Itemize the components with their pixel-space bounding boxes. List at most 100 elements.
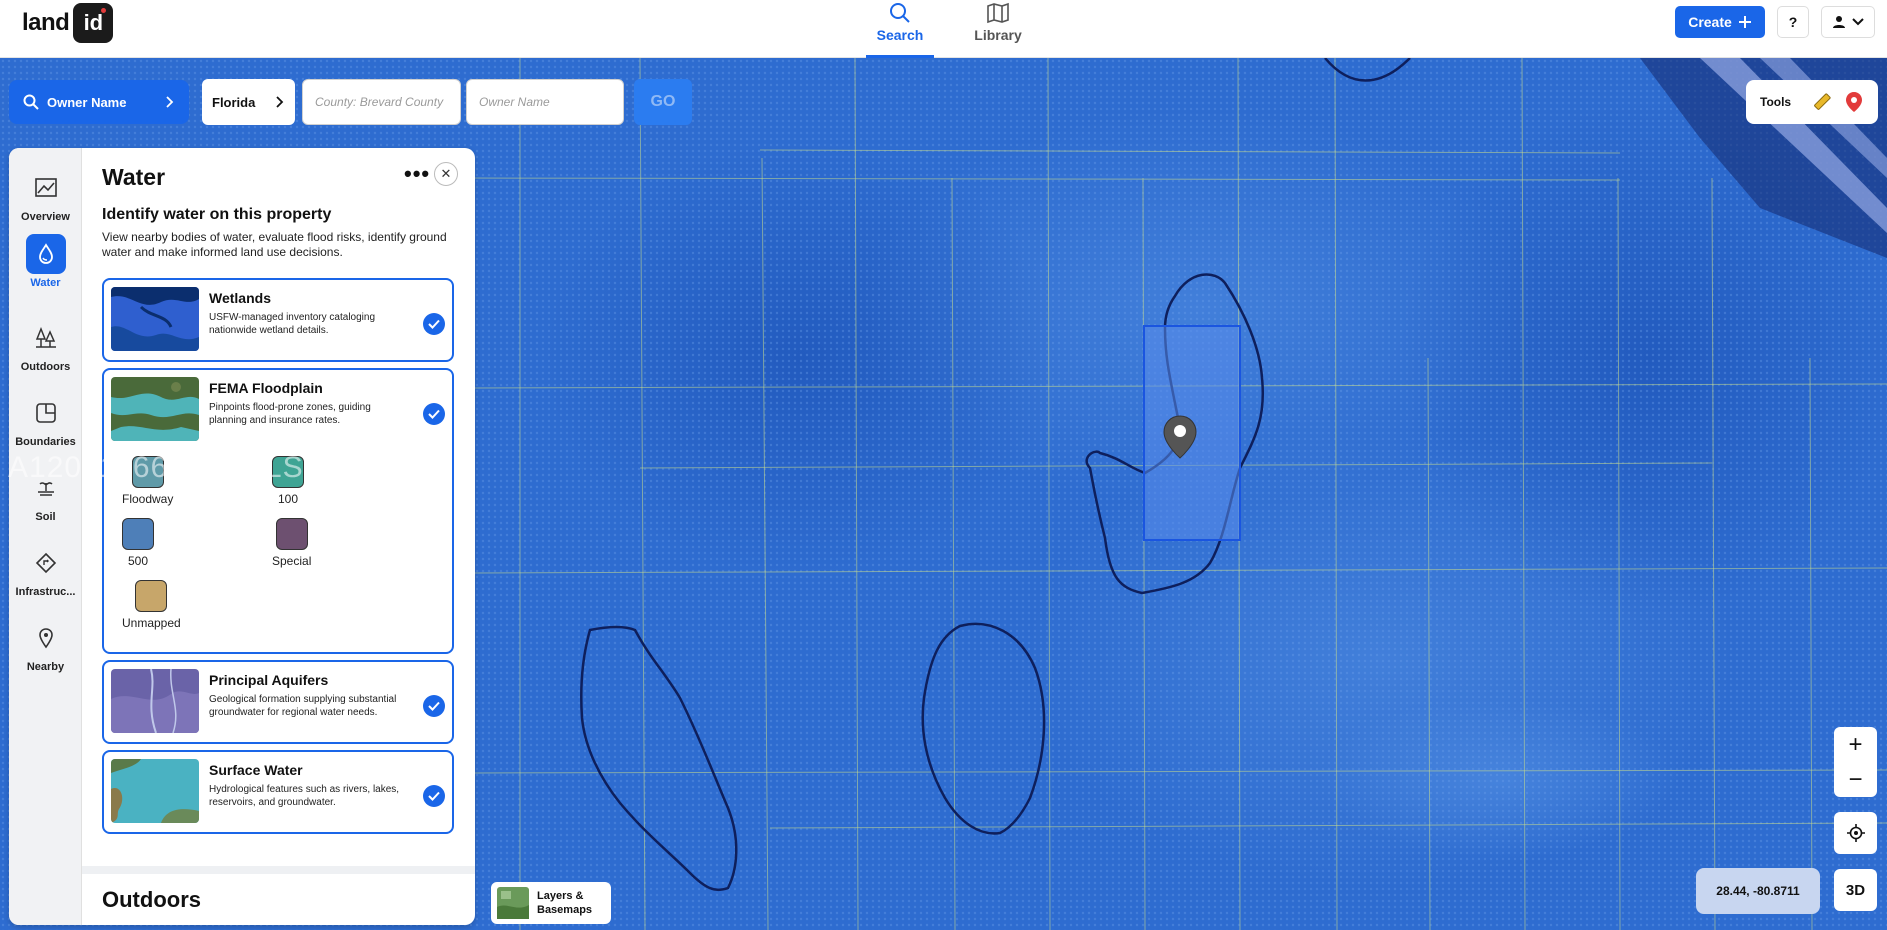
infrastructure-icon [26, 543, 66, 583]
legend-label: Special [272, 554, 312, 568]
crosshair-icon [1846, 824, 1865, 842]
panel-title: Water [102, 164, 166, 190]
layer-name-wetlands: Wetlands [209, 290, 271, 306]
go-button[interactable]: GO [634, 79, 692, 125]
ruler-icon[interactable] [1812, 92, 1832, 112]
layer-name-principal-aquifers: Principal Aquifers [209, 672, 329, 688]
nav-search[interactable]: Search [866, 0, 934, 58]
map-icon [987, 2, 1009, 24]
user-icon [1833, 16, 1845, 28]
layers-label-line2: Basemaps [537, 904, 593, 916]
overview-icon [26, 168, 66, 208]
top-header: land id Search Library Create ? [0, 0, 1887, 58]
tools-label: Tools [1760, 95, 1792, 109]
legend-label: Unmapped [122, 616, 181, 630]
legend-label: Floodway [122, 492, 174, 506]
owner-name-input[interactable] [466, 79, 624, 125]
rail-item-outdoors[interactable]: Outdoors [9, 318, 82, 373]
layer-desc-surface-water: Hydrological features such as rivers, la… [209, 784, 400, 808]
state-select[interactable]: Florida [202, 79, 295, 125]
create-label: Create [1688, 14, 1732, 30]
section-heading: Identify water on this property [102, 206, 332, 223]
trees-icon [26, 318, 66, 358]
legend-swatch [275, 518, 308, 550]
user-menu-button[interactable] [1821, 6, 1875, 38]
water-drop-icon [25, 234, 66, 274]
category-rail: Overview Water Outdoors Boundaries Soil [9, 148, 82, 925]
landid-logo[interactable]: land id [22, 3, 114, 43]
search-icon [890, 3, 910, 23]
layer-card-surface-water[interactable]: Surface Water Hydrological features such… [102, 750, 454, 834]
coordinates-readout: 28.44, -80.8711 [1696, 868, 1820, 914]
layers-basemaps-button[interactable]: Layers & Basemaps [491, 882, 611, 924]
checkmark-icon[interactable] [423, 403, 445, 425]
rail-item-boundaries[interactable]: Boundaries [9, 393, 82, 448]
legend-item-special: Special [272, 518, 311, 568]
chevron-right-icon [166, 96, 174, 108]
principal-aquifers-thumbnail [111, 669, 199, 733]
legend-swatch [135, 580, 168, 612]
chevron-right-icon [276, 96, 284, 108]
logo-badge: id [73, 3, 114, 43]
zoom-out-button[interactable]: − [1834, 762, 1877, 797]
search-mode-selector[interactable]: Owner Name [9, 80, 189, 124]
rail-label-water: Water [30, 277, 61, 289]
nav-library[interactable]: Library [966, 0, 1030, 58]
locate-button[interactable] [1834, 812, 1877, 854]
legend-label: 500 [127, 554, 149, 568]
state-value: Florida [212, 94, 256, 110]
rail-label-soil: Soil [35, 511, 56, 523]
more-options-button[interactable]: ••• [404, 163, 430, 185]
legend-label: 100 [277, 492, 299, 506]
wetlands-thumbnail [111, 287, 199, 351]
layer-card-wetlands[interactable]: Wetlands USFW-managed inventory catalogi… [102, 278, 454, 362]
3d-toggle-button[interactable]: 3D [1834, 869, 1877, 911]
boundary-icon [26, 393, 66, 433]
layers-label-line1: Layers & [537, 890, 584, 902]
legend-item-500: 500 [122, 518, 154, 568]
checkmark-icon[interactable] [423, 313, 445, 335]
layer-name-fema-floodplain: FEMA Floodplain [209, 380, 323, 396]
section-divider [82, 866, 475, 874]
create-button[interactable]: Create [1675, 6, 1765, 38]
rail-label-overview: Overview [21, 211, 70, 223]
nav-search-label: Search [876, 27, 924, 43]
layer-name-surface-water: Surface Water [209, 762, 303, 778]
layer-card-principal-aquifers[interactable]: Principal Aquifers Geological formation … [102, 660, 454, 744]
layer-card-fema-floodplain[interactable]: FEMA Floodplain Pinpoints flood-prone zo… [102, 368, 454, 654]
watermark: A12071166 SEFMLS© 2026 [8, 451, 407, 484]
rail-label-nearby: Nearby [26, 661, 65, 673]
search-icon [23, 94, 39, 110]
fema-floodplain-thumbnail [111, 377, 199, 441]
checkmark-icon[interactable] [423, 695, 445, 717]
legend-swatch [122, 518, 154, 550]
tools-bar[interactable]: Tools [1746, 80, 1878, 124]
layer-desc-wetlands: USFW-managed inventory cataloging nation… [209, 312, 376, 336]
rail-item-water[interactable]: Water [9, 234, 82, 289]
location-marker-icon[interactable] [1844, 91, 1864, 113]
search-mode-label: Owner Name [47, 94, 127, 110]
rail-label-outdoors: Outdoors [20, 361, 71, 373]
legend-item-unmapped: Unmapped [122, 580, 181, 630]
rail-item-infrastructure[interactable]: Infrastruc... [9, 543, 82, 598]
section-description: View nearby bodies of water, evaluate fl… [102, 230, 447, 259]
rail-label-boundaries: Boundaries [15, 436, 76, 448]
rail-label-infrastructure: Infrastruc... [15, 586, 76, 598]
checkmark-icon[interactable] [423, 785, 445, 807]
rail-item-nearby[interactable]: Nearby [9, 618, 82, 673]
close-panel-button[interactable]: ✕ [434, 162, 458, 186]
county-input[interactable] [302, 79, 461, 125]
logo-dot [101, 8, 107, 13]
logo-badge-text: id [83, 10, 104, 35]
layer-desc-fema-floodplain: Pinpoints flood-prone zones, guiding pla… [209, 402, 371, 426]
surface-water-thumbnail [111, 759, 199, 823]
rail-item-overview[interactable]: Overview [9, 168, 82, 223]
basemap-thumbnail-icon [497, 887, 529, 919]
nav-library-label: Library [974, 27, 1022, 43]
plus-icon [1738, 16, 1751, 28]
zoom-in-button[interactable]: + [1834, 727, 1877, 762]
help-button[interactable]: ? [1777, 6, 1809, 38]
chevron-down-icon [1852, 18, 1864, 26]
panel-content: Water ••• ✕ Identify water on this prope… [82, 148, 475, 925]
layer-desc-principal-aquifers: Geological formation supplying substanti… [209, 694, 397, 718]
